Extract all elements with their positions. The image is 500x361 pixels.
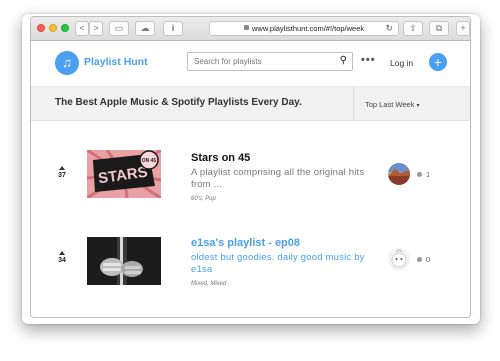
sort-dropdown-label: Top Last Week xyxy=(365,100,415,109)
playlist-tags: 60's, Pop xyxy=(191,196,216,202)
comment-count[interactable]: 1 xyxy=(426,170,430,179)
curator-avatar[interactable] xyxy=(388,163,410,185)
login-link[interactable]: Log in xyxy=(390,58,413,68)
logo-music-note-icon[interactable]: ♫ xyxy=(55,51,79,75)
sort-dropdown[interactable]: Top Last Week ▾ xyxy=(365,100,420,109)
zoom-window-button[interactable] xyxy=(61,24,69,32)
sidebar-icon[interactable]: ▭ xyxy=(109,21,129,36)
list-item: 37 STARS ON 45 Stars on 45 A playlist co… xyxy=(31,147,470,207)
share-icon[interactable]: ⇧ xyxy=(403,21,423,36)
comment-count[interactable]: 0 xyxy=(426,255,430,264)
search-icon[interactable]: ⚲ xyxy=(340,55,347,66)
address-bar[interactable]: www.playlisthunt.com/#!/top/week ↻ xyxy=(209,21,399,36)
reload-icon[interactable]: ↻ xyxy=(385,22,393,35)
upvote-button[interactable]: 34 xyxy=(55,251,69,264)
minimize-window-button[interactable] xyxy=(49,24,57,32)
vote-count: 34 xyxy=(58,257,66,264)
site-header: ♫ Playlist Hunt ⚲ ••• Log in + xyxy=(31,41,470,87)
chevron-down-icon: ▾ xyxy=(416,103,420,109)
vote-count: 37 xyxy=(58,172,66,179)
brand-name[interactable]: Playlist Hunt xyxy=(84,56,148,68)
tagline-banner: The Best Apple Music & Spotify Playlists… xyxy=(31,87,470,121)
playlist-title[interactable]: Stars on 45 xyxy=(191,152,250,164)
close-window-button[interactable] xyxy=(37,24,45,32)
upvote-arrow-icon xyxy=(59,166,65,170)
tabs-overview-icon[interactable]: ⧉ xyxy=(429,21,449,36)
browser-window: < > ▭ ☁ i www.playlisthunt.com/#!/top/we… xyxy=(30,16,471,318)
back-button[interactable]: < xyxy=(75,21,89,36)
comment-icon xyxy=(417,172,422,177)
playlist-title[interactable]: e1sa's playlist - ep08 xyxy=(191,237,300,249)
playlist-tags: Mixed, Mixed xyxy=(191,281,227,287)
list-item: 34 e1sa's playlist - ep08 oldest but goo… xyxy=(31,234,470,294)
thumbnail-badge-text: ON 45 xyxy=(142,158,157,164)
tagline: The Best Apple Music & Spotify Playlists… xyxy=(55,97,302,108)
comment-icon xyxy=(417,257,422,262)
forward-button[interactable]: > xyxy=(89,21,103,36)
upvote-arrow-icon xyxy=(59,251,65,255)
playlist-description[interactable]: A playlist comprising all the original h… xyxy=(191,167,381,191)
playlist-thumbnail[interactable] xyxy=(87,237,161,285)
add-playlist-button[interactable]: + xyxy=(429,53,447,71)
search-box: ⚲ xyxy=(187,52,353,71)
cloud-tabs-icon[interactable]: ☁ xyxy=(135,21,155,36)
search-input[interactable] xyxy=(194,55,334,68)
info-icon[interactable]: i xyxy=(163,21,183,36)
new-tab-button[interactable]: + xyxy=(456,21,470,36)
divider xyxy=(353,87,354,121)
lock-icon xyxy=(244,25,249,30)
browser-toolbar: < > ▭ ☁ i www.playlisthunt.com/#!/top/we… xyxy=(31,17,470,41)
more-menu-icon[interactable]: ••• xyxy=(361,54,376,66)
upvote-button[interactable]: 37 xyxy=(55,166,69,179)
curator-avatar[interactable] xyxy=(388,248,410,270)
address-bar-url: www.playlisthunt.com/#!/top/week xyxy=(252,24,365,33)
playlist-description[interactable]: oldest but goodies. daily good music by … xyxy=(191,252,381,276)
playlist-thumbnail[interactable]: STARS ON 45 xyxy=(87,150,161,198)
